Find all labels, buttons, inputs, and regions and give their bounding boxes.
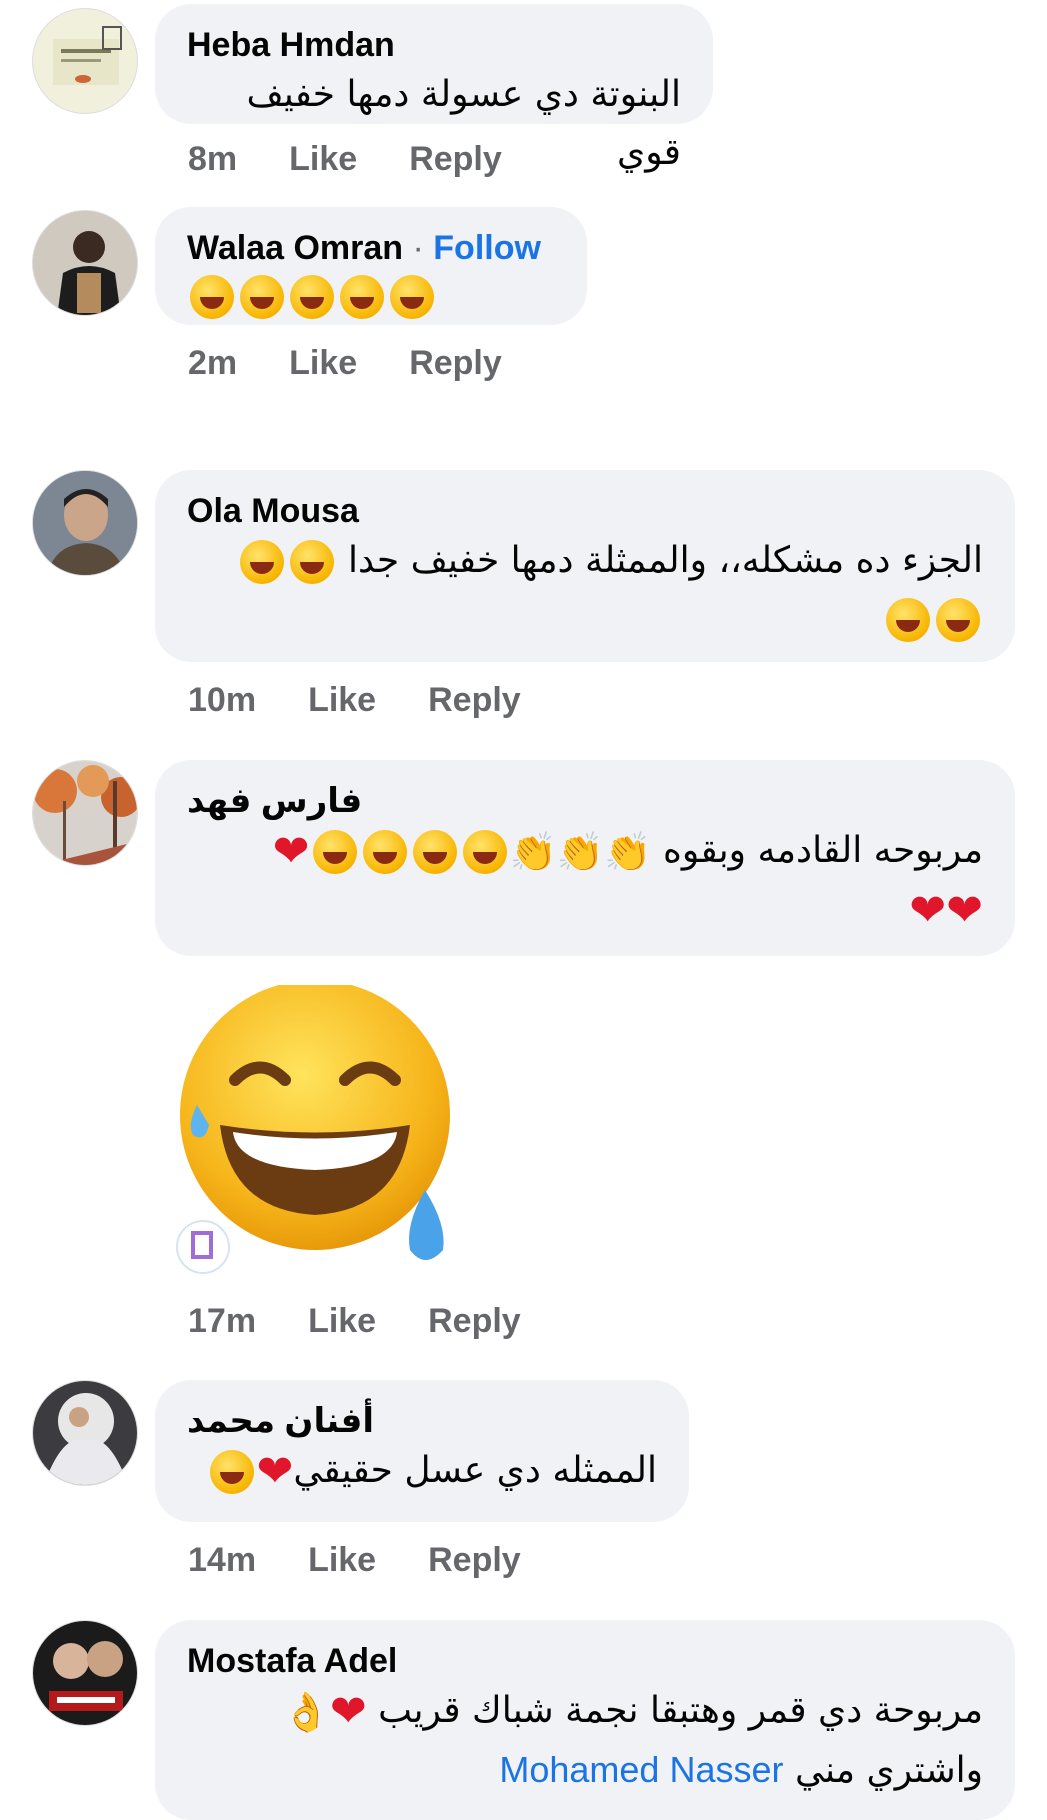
rofl-emoji (239, 540, 284, 584)
rofl-emoji (886, 598, 930, 642)
commenter-name[interactable]: Ola Mousa (187, 490, 983, 532)
comment-actions: 10m Like Reply (188, 681, 521, 720)
commenter-name[interactable]: Mostafa Adel (187, 1640, 983, 1682)
comment-time[interactable]: 2m (188, 344, 237, 383)
clapping-hands-icon: 👏 (604, 830, 652, 874)
comment-bubble: Mostafa Adel مربوحة دي قمر وهتبقا نجمة ش… (155, 1620, 1015, 1820)
reply-button[interactable]: Reply (428, 1302, 521, 1341)
commenter-name[interactable]: Heba Hmdan (187, 24, 681, 66)
comment-text: الجزء ده مشكله،، والممثلة دمها خفيف جدا (348, 540, 983, 581)
comment-time[interactable]: 14m (188, 1541, 256, 1580)
comment-actions: 8m Like Reply (188, 140, 502, 179)
comment-emojis (187, 275, 555, 319)
rofl-emoji (240, 275, 284, 319)
rofl-emoji (209, 1450, 254, 1494)
comment-text: مربوحه القادمه وبقوه (662, 830, 983, 871)
comment-emojis: ❤❤ (187, 881, 983, 939)
rofl-emoji (190, 275, 234, 319)
comment-bubble: Ola Mousa الجزء ده مشكله،، والممثلة دمها… (155, 470, 1015, 662)
commenter-name[interactable]: فارس فهد (187, 780, 983, 822)
reply-button[interactable]: Reply (428, 681, 521, 720)
two-hearts-icon: ❤ (946, 885, 983, 936)
like-button[interactable]: Like (308, 681, 376, 720)
comment-bubble: فارس فهد مربوحه القادمه وبقوه 👏👏👏❤ ❤❤ (155, 760, 1015, 956)
comment-bubble: Heba Hmdan البنوتة دي عسولة دمها خفيف قو… (155, 4, 713, 173)
reply-button[interactable]: Reply (409, 344, 502, 383)
rofl-emoji (936, 598, 980, 642)
reply-button[interactable]: Reply (409, 140, 502, 179)
two-hearts-icon: ❤ (272, 826, 310, 877)
reply-button[interactable]: Reply (428, 1541, 521, 1580)
comment-actions: 14m Like Reply (188, 1541, 521, 1580)
commenter-name[interactable]: أفنان محمد (187, 1400, 657, 1442)
avatar[interactable] (32, 210, 138, 316)
comment-time[interactable]: 17m (188, 1302, 256, 1341)
clapping-hands-icon: 👏 (556, 830, 605, 874)
sticker[interactable] (175, 980, 465, 1275)
comment-actions: 17m Like Reply (188, 1302, 521, 1341)
rofl-emoji (390, 275, 434, 319)
two-hearts-icon: ❤ (909, 885, 947, 936)
laughing-emoji (362, 830, 407, 874)
comment-text: الممثله دي عسل حقيقي (293, 1450, 657, 1491)
like-button[interactable]: Like (289, 344, 357, 383)
comment-emojis (187, 590, 983, 648)
follow-button[interactable]: Follow (433, 229, 541, 267)
laughing-emoji (312, 830, 357, 874)
rofl-emoji (340, 275, 384, 319)
ok-hand-icon: 👌 (282, 1690, 330, 1734)
avatar[interactable] (32, 470, 138, 576)
laughing-tears-sticker (176, 980, 450, 1274)
rofl-emoji (290, 275, 334, 319)
avatar[interactable] (32, 760, 138, 866)
clapping-hands-icon: 👏 (509, 830, 557, 874)
comment-text: واشتري مني (794, 1750, 983, 1791)
comment-bubble: Walaa Omran · Follow (155, 207, 587, 325)
like-button[interactable]: Like (308, 1302, 376, 1341)
comment-actions: 2m Like Reply (188, 344, 502, 383)
like-button[interactable]: Like (289, 140, 357, 179)
laughing-emoji (412, 830, 457, 874)
comment-time[interactable]: 10m (188, 681, 256, 720)
commenter-name[interactable]: Walaa Omran (187, 229, 403, 267)
comment-bubble: أفنان محمد الممثله دي عسل حقيقي❤ (155, 1380, 689, 1522)
laughing-emoji (462, 830, 507, 874)
comment-time[interactable]: 8m (188, 140, 237, 179)
mention-link[interactable]: Mohamed Nasser (499, 1749, 783, 1790)
avatar[interactable] (32, 1380, 138, 1486)
comment-text: مربوحة دي قمر وهتبقا نجمة شباك قريب (378, 1690, 983, 1731)
like-button[interactable]: Like (308, 1541, 376, 1580)
separator-dot: · (412, 229, 424, 267)
avatar[interactable] (32, 1620, 138, 1726)
rofl-emoji (289, 540, 334, 584)
avatar[interactable] (32, 8, 138, 114)
heart-icon: ❤ (329, 1686, 367, 1737)
heart-icon: ❤ (256, 1446, 294, 1497)
